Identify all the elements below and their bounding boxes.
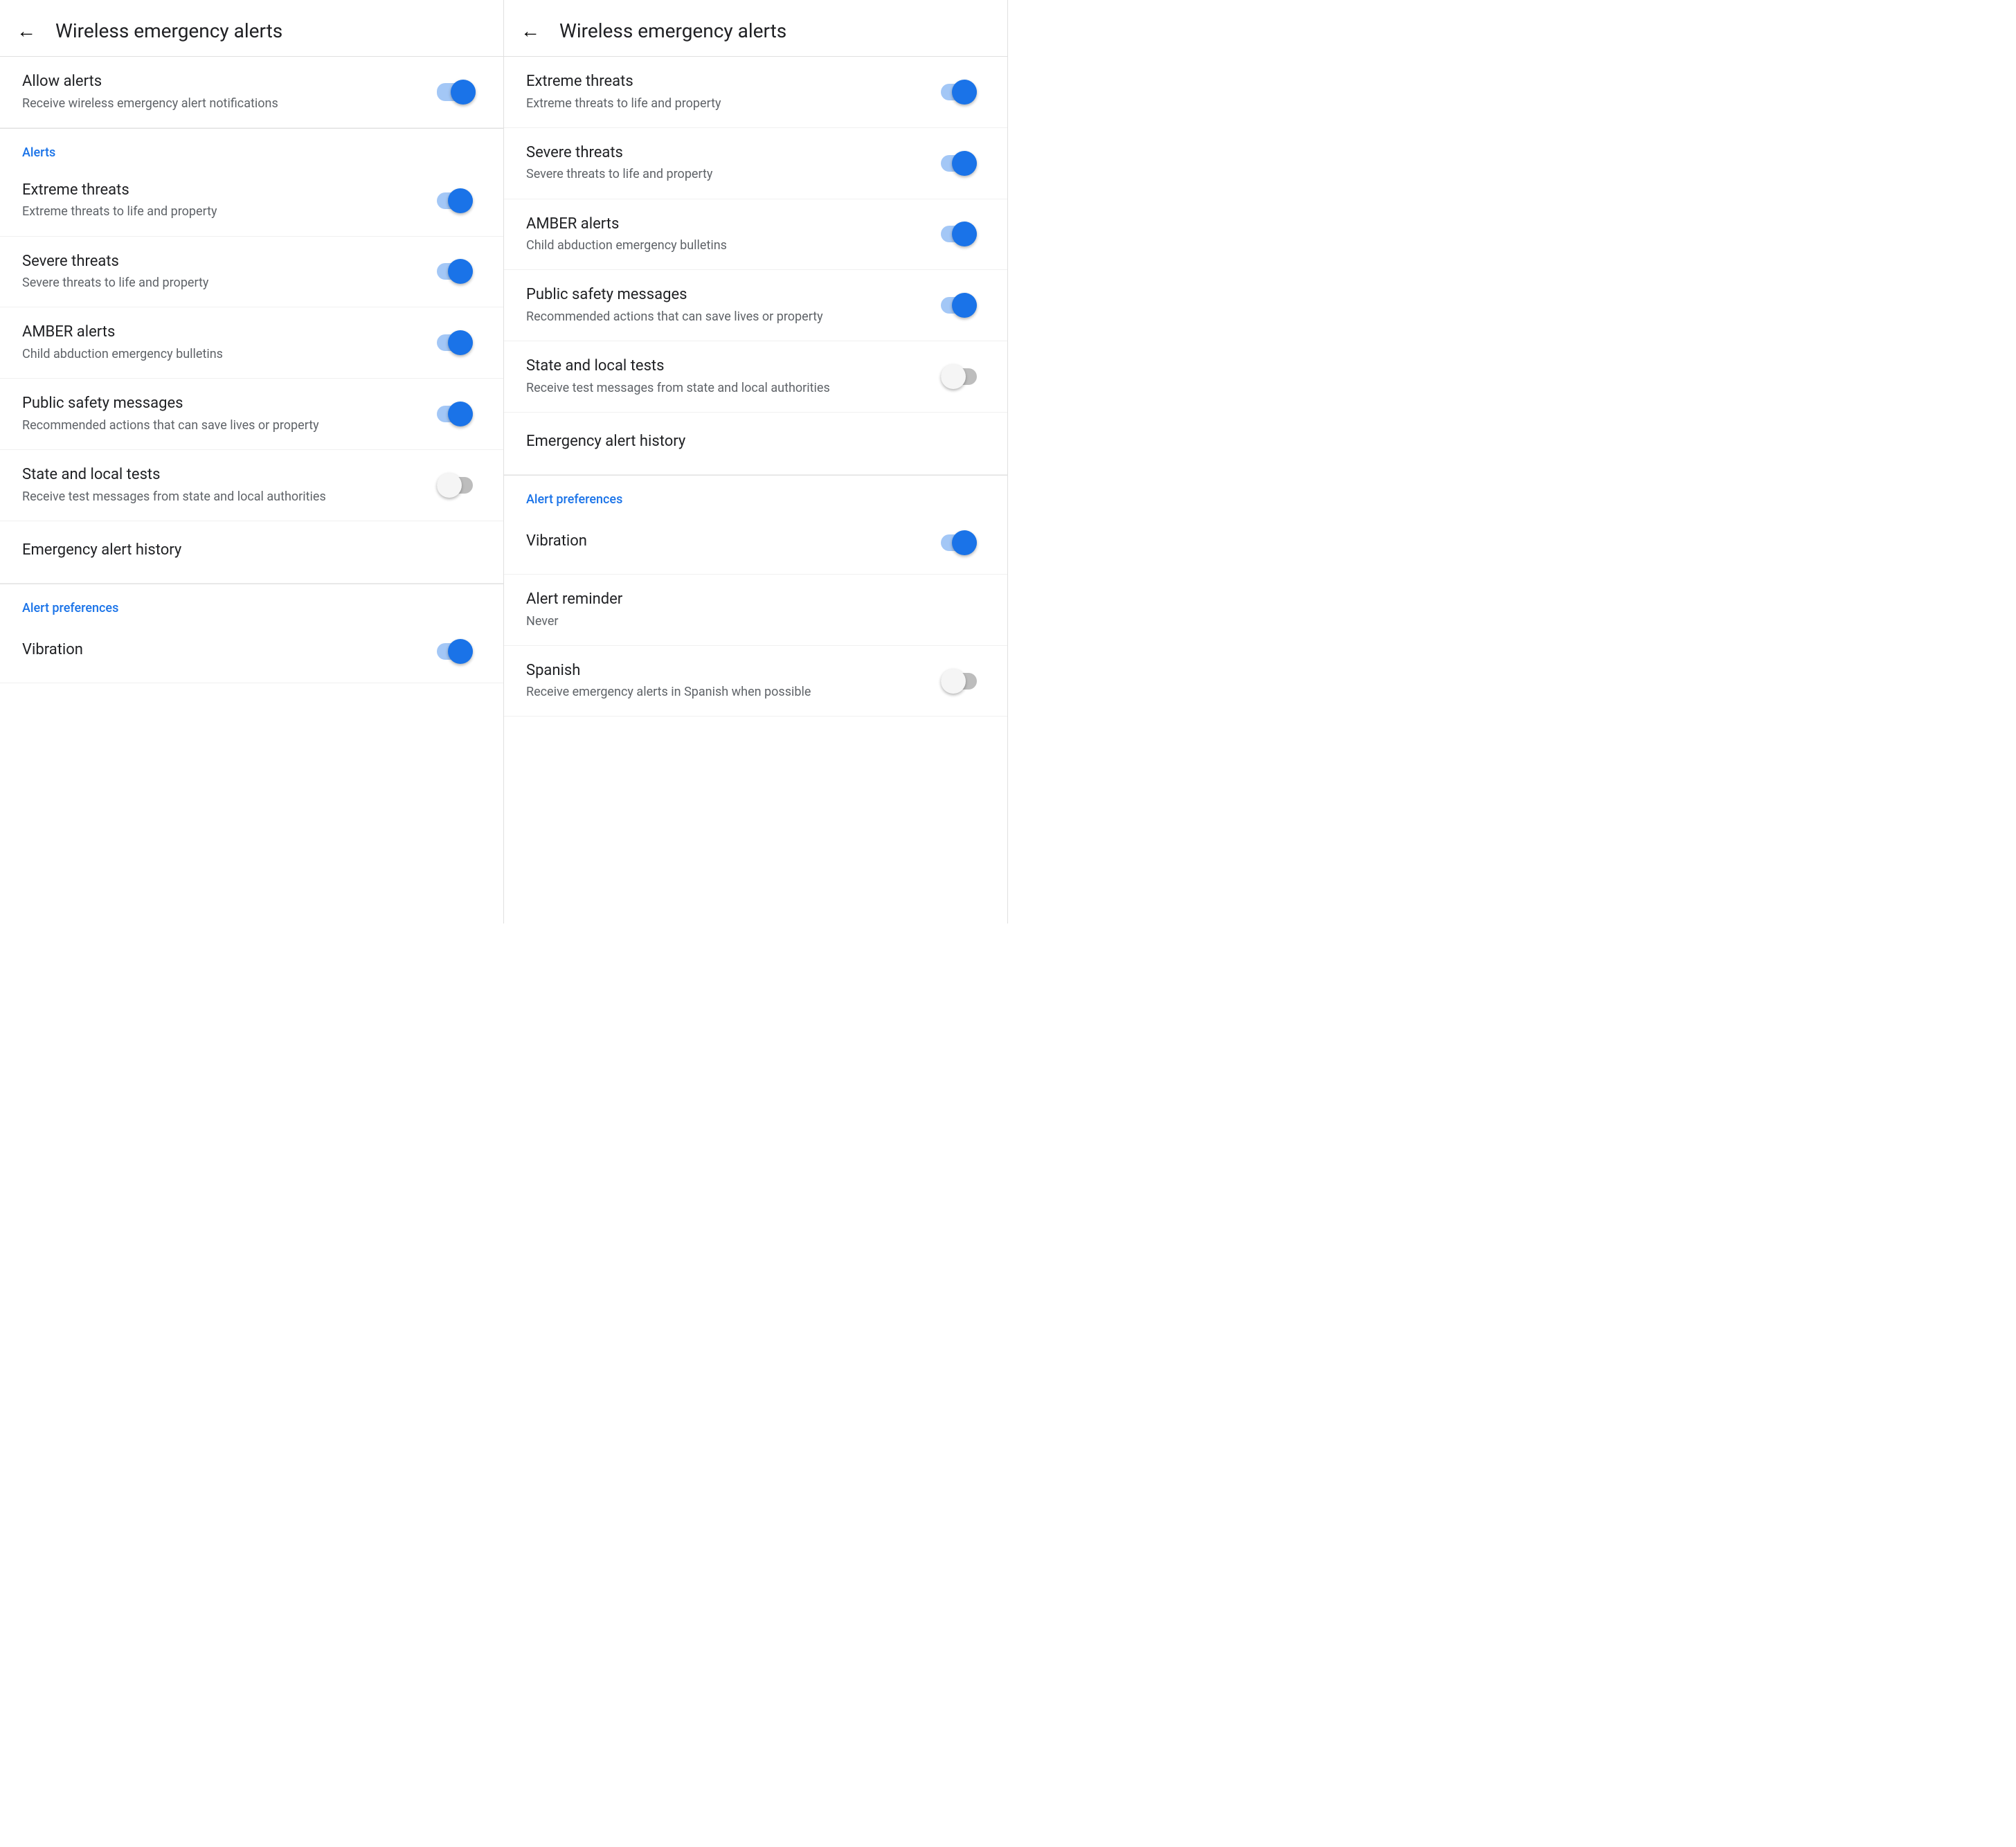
r-extreme-threats-thumb bbox=[952, 80, 977, 105]
r-severe-threats-title: Severe threats bbox=[526, 143, 924, 163]
left-content: Allow alerts Receive wireless emergency … bbox=[0, 57, 503, 683]
r-vibration-toggle[interactable] bbox=[941, 530, 985, 555]
vibration-toggle[interactable] bbox=[437, 639, 481, 664]
r-severe-threats-subtitle: Severe threats to life and property bbox=[526, 165, 924, 183]
state-local-row[interactable]: State and local tests Receive test messa… bbox=[0, 450, 503, 521]
left-panel: ← Wireless emergency alerts Allow alerts… bbox=[0, 0, 504, 924]
r-extreme-threats-title: Extreme threats bbox=[526, 72, 924, 92]
amber-alerts-toggle[interactable] bbox=[437, 330, 481, 355]
state-local-thumb bbox=[437, 473, 462, 498]
r-spanish-title: Spanish bbox=[526, 661, 924, 681]
extreme-threats-row[interactable]: Extreme threats Extreme threats to life … bbox=[0, 165, 503, 237]
amber-alerts-thumb bbox=[448, 330, 473, 355]
allow-alerts-subtitle: Receive wireless emergency alert notific… bbox=[22, 95, 420, 112]
r-public-safety-toggle[interactable] bbox=[941, 293, 985, 318]
right-header: ← Wireless emergency alerts bbox=[504, 0, 1007, 57]
r-alert-prefs-label: Alert preferences bbox=[504, 476, 1007, 512]
public-safety-row[interactable]: Public safety messages Recommended actio… bbox=[0, 379, 503, 450]
r-amber-alerts-toggle[interactable] bbox=[941, 222, 985, 246]
r-state-local-title: State and local tests bbox=[526, 357, 924, 377]
vibration-title: Vibration bbox=[22, 640, 420, 660]
public-safety-toggle[interactable] bbox=[437, 402, 481, 426]
r-extreme-threats-row[interactable]: Extreme threats Extreme threats to life … bbox=[504, 57, 1007, 128]
amber-alerts-title: AMBER alerts bbox=[22, 323, 420, 343]
r-vibration-title: Vibration bbox=[526, 532, 924, 552]
allow-alerts-title: Allow alerts bbox=[22, 72, 420, 92]
r-amber-alerts-row[interactable]: AMBER alerts Child abduction emergency b… bbox=[504, 199, 1007, 271]
r-amber-alerts-thumb bbox=[952, 222, 977, 246]
state-local-subtitle: Receive test messages from state and loc… bbox=[22, 488, 420, 505]
alert-prefs-section-label: Alert preferences bbox=[0, 584, 503, 621]
r-severe-threats-row[interactable]: Severe threats Severe threats to life an… bbox=[504, 128, 1007, 199]
r-spanish-row[interactable]: Spanish Receive emergency alerts in Span… bbox=[504, 646, 1007, 717]
r-spanish-subtitle: Receive emergency alerts in Spanish when… bbox=[526, 683, 924, 701]
vibration-thumb bbox=[448, 639, 473, 664]
r-vibration-row[interactable]: Vibration bbox=[504, 512, 1007, 575]
public-safety-title: Public safety messages bbox=[22, 394, 420, 414]
r-state-local-toggle[interactable] bbox=[941, 364, 985, 389]
extreme-threats-subtitle: Extreme threats to life and property bbox=[22, 203, 420, 220]
allow-alerts-row[interactable]: Allow alerts Receive wireless emergency … bbox=[0, 57, 503, 128]
severe-threats-subtitle: Severe threats to life and property bbox=[22, 274, 420, 291]
r-emergency-history-row[interactable]: Emergency alert history bbox=[504, 413, 1007, 475]
emergency-history-title: Emergency alert history bbox=[22, 541, 465, 561]
r-extreme-threats-toggle[interactable] bbox=[941, 80, 985, 105]
r-amber-alerts-subtitle: Child abduction emergency bulletins bbox=[526, 237, 924, 254]
r-public-safety-title: Public safety messages bbox=[526, 285, 924, 305]
r-amber-alerts-title: AMBER alerts bbox=[526, 215, 924, 235]
r-spanish-toggle[interactable] bbox=[941, 669, 985, 694]
extreme-threats-thumb bbox=[448, 188, 473, 213]
left-header: ← Wireless emergency alerts bbox=[0, 0, 503, 57]
public-safety-subtitle: Recommended actions that can save lives … bbox=[22, 417, 420, 434]
public-safety-thumb bbox=[448, 402, 473, 426]
severe-threats-title: Severe threats bbox=[22, 252, 420, 272]
right-panel: ← Wireless emergency alerts Extreme thre… bbox=[504, 0, 1008, 924]
state-local-toggle[interactable] bbox=[437, 473, 481, 498]
r-state-local-row[interactable]: State and local tests Receive test messa… bbox=[504, 341, 1007, 413]
r-alert-reminder-subtitle: Never bbox=[526, 613, 969, 630]
vibration-row[interactable]: Vibration bbox=[0, 621, 503, 683]
extreme-threats-toggle[interactable] bbox=[437, 188, 481, 213]
r-emergency-history-title: Emergency alert history bbox=[526, 432, 969, 452]
r-alert-reminder-row[interactable]: Alert reminder Never bbox=[504, 575, 1007, 646]
allow-alerts-thumb bbox=[451, 80, 476, 105]
right-back-button[interactable]: ← bbox=[521, 19, 540, 42]
right-page-title: Wireless emergency alerts bbox=[559, 19, 786, 42]
state-local-title: State and local tests bbox=[22, 465, 420, 485]
left-page-title: Wireless emergency alerts bbox=[55, 19, 282, 42]
right-content: Extreme threats Extreme threats to life … bbox=[504, 57, 1007, 717]
r-extreme-threats-subtitle: Extreme threats to life and property bbox=[526, 95, 924, 112]
r-state-local-subtitle: Receive test messages from state and loc… bbox=[526, 379, 924, 397]
r-public-safety-row[interactable]: Public safety messages Recommended actio… bbox=[504, 270, 1007, 341]
left-back-button[interactable]: ← bbox=[17, 19, 36, 42]
r-alert-reminder-title: Alert reminder bbox=[526, 590, 969, 610]
severe-threats-toggle[interactable] bbox=[437, 259, 481, 284]
r-vibration-thumb bbox=[952, 530, 977, 555]
r-severe-threats-toggle[interactable] bbox=[941, 151, 985, 176]
r-public-safety-subtitle: Recommended actions that can save lives … bbox=[526, 308, 924, 325]
r-state-local-thumb bbox=[941, 364, 966, 389]
amber-alerts-subtitle: Child abduction emergency bulletins bbox=[22, 345, 420, 363]
severe-threats-thumb bbox=[448, 259, 473, 284]
alerts-section-label: Alerts bbox=[0, 129, 503, 165]
amber-alerts-row[interactable]: AMBER alerts Child abduction emergency b… bbox=[0, 307, 503, 379]
r-severe-threats-thumb bbox=[952, 151, 977, 176]
severe-threats-row[interactable]: Severe threats Severe threats to life an… bbox=[0, 237, 503, 308]
allow-alerts-toggle[interactable] bbox=[437, 80, 481, 105]
extreme-threats-title: Extreme threats bbox=[22, 181, 420, 201]
r-spanish-thumb bbox=[941, 669, 966, 694]
r-public-safety-thumb bbox=[952, 293, 977, 318]
emergency-history-row[interactable]: Emergency alert history bbox=[0, 521, 503, 584]
